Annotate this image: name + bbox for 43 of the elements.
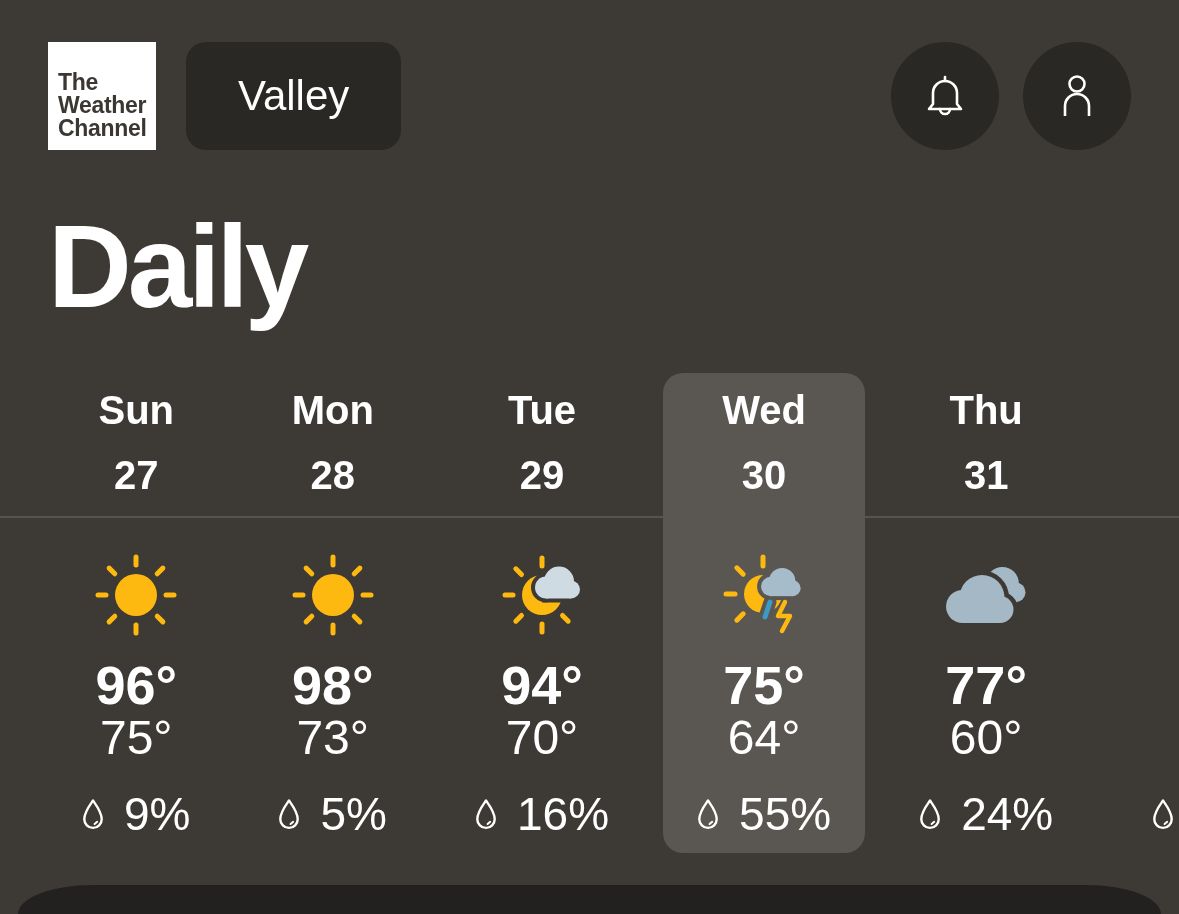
day-date: 30 [741, 452, 787, 499]
day-date: 27 [114, 452, 159, 499]
high-temperature: 77° [945, 658, 1027, 712]
raindrop-icon [474, 798, 497, 830]
low-temperature: 64° [727, 712, 801, 764]
page-title: Daily [48, 201, 306, 334]
high-temperature: 98° [291, 658, 374, 712]
day-column[interactable]: Thu 31 77° 60° 24% [885, 373, 1088, 853]
low-temperature: 70° [505, 712, 579, 764]
precipitation-chance: 55% [739, 789, 832, 839]
location-button[interactable]: Valley [186, 42, 402, 150]
precipitation-chance: 5% [320, 789, 387, 839]
day-column[interactable]: Sun 27 96° 75° 9% [48, 373, 225, 853]
day-column[interactable]: Tue 29 94° 70° 16% [440, 373, 644, 853]
day-date: 31 [963, 452, 1009, 499]
precipitation-chance: 24% [961, 789, 1054, 839]
selected-day-column[interactable]: Wed 30 75° 64° 55% [663, 373, 866, 853]
raindrop-icon [82, 798, 104, 830]
raindrop-icon [919, 798, 942, 830]
person-icon [1062, 75, 1092, 117]
low-temperature: 60° [949, 712, 1023, 764]
day-column[interactable]: Mon 28 98° 73° 5% [244, 373, 421, 853]
day-name: Sun [98, 387, 174, 434]
day-name: Tue [507, 387, 577, 434]
bell-icon [925, 74, 965, 118]
sun-icon [290, 553, 375, 637]
high-temperature: 75° [723, 658, 805, 712]
raindrop-icon [1152, 798, 1175, 830]
high-temperature: 94° [501, 658, 583, 712]
low-temperature: 75° [99, 712, 173, 764]
precipitation-chance: 9% [124, 789, 191, 839]
raindrop-icon [278, 798, 301, 830]
high-temperature: 96° [95, 658, 178, 712]
day-date: 28 [310, 452, 355, 499]
logo: The Weather Channel [48, 42, 156, 150]
day-date: 29 [519, 452, 565, 499]
raindrop-icon [697, 798, 720, 830]
precipitation-chance: 16% [516, 789, 610, 839]
day-name: Wed [722, 387, 806, 434]
sun-icon [94, 553, 179, 637]
day-name: Thu [949, 387, 1023, 434]
day-name: Mon [291, 387, 374, 434]
low-temperature: 73° [296, 712, 369, 764]
